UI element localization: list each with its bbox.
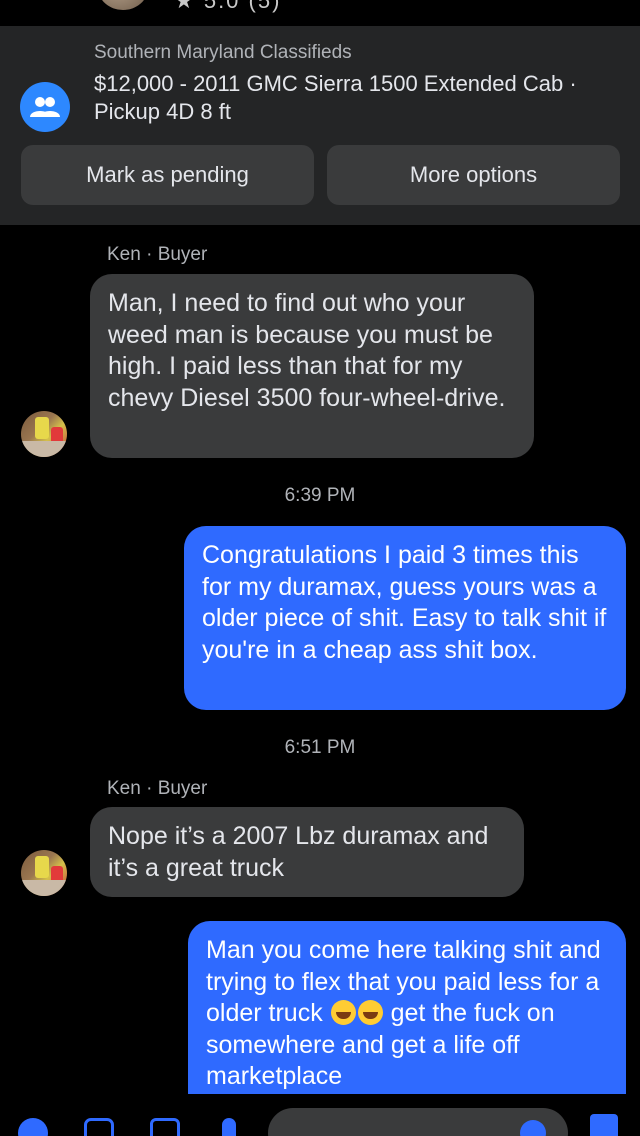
incoming-message-bubble[interactable]: Man, I need to find out who your weed ma… [90, 274, 534, 458]
message-sender: Ken · Buyer [107, 778, 208, 799]
buyer-avatar[interactable] [21, 850, 67, 896]
incoming-message-bubble[interactable]: Nope it’s a 2007 Lbz duramax and it’s a … [90, 807, 524, 897]
like-icon[interactable] [590, 1114, 618, 1136]
group-icon [20, 82, 70, 132]
message-timestamp: 6:51 PM [284, 737, 356, 758]
outgoing-message-bubble[interactable]: Congratulations I paid 3 times this for … [184, 526, 626, 710]
rolling-on-floor-laughing-emoji [330, 1000, 356, 1025]
message-timestamp: 6:39 PM [284, 485, 356, 506]
mark-as-pending-button[interactable]: Mark as pending [21, 145, 314, 205]
group-name: Southern Maryland Classifieds [94, 42, 352, 63]
message-composer [0, 1094, 640, 1136]
buyer-avatar[interactable] [21, 411, 67, 457]
rolling-on-floor-laughing-emoji [357, 1000, 383, 1025]
plus-icon[interactable] [18, 1118, 48, 1136]
seller-header-cutoff: ★ 5.0 (5) [0, 0, 640, 26]
mic-icon[interactable] [222, 1118, 236, 1136]
messenger-screen: ★ 5.0 (5) Southern Maryland Classifieds … [0, 0, 640, 1136]
listing-title[interactable]: $12,000 - 2011 GMC Sierra 1500 Extended … [94, 70, 614, 126]
seller-rating: ★ 5.0 (5) [174, 0, 282, 13]
seller-avatar[interactable] [98, 0, 148, 10]
camera-icon[interactable] [84, 1118, 114, 1136]
outgoing-message-bubble[interactable]: Man you come here talking shit and tryin… [188, 921, 626, 1094]
more-options-button[interactable]: More options [327, 145, 620, 205]
photo-icon[interactable] [150, 1118, 180, 1136]
listing-card[interactable]: Southern Maryland Classifieds $12,000 - … [0, 26, 640, 225]
message-sender: Ken · Buyer [107, 244, 208, 265]
